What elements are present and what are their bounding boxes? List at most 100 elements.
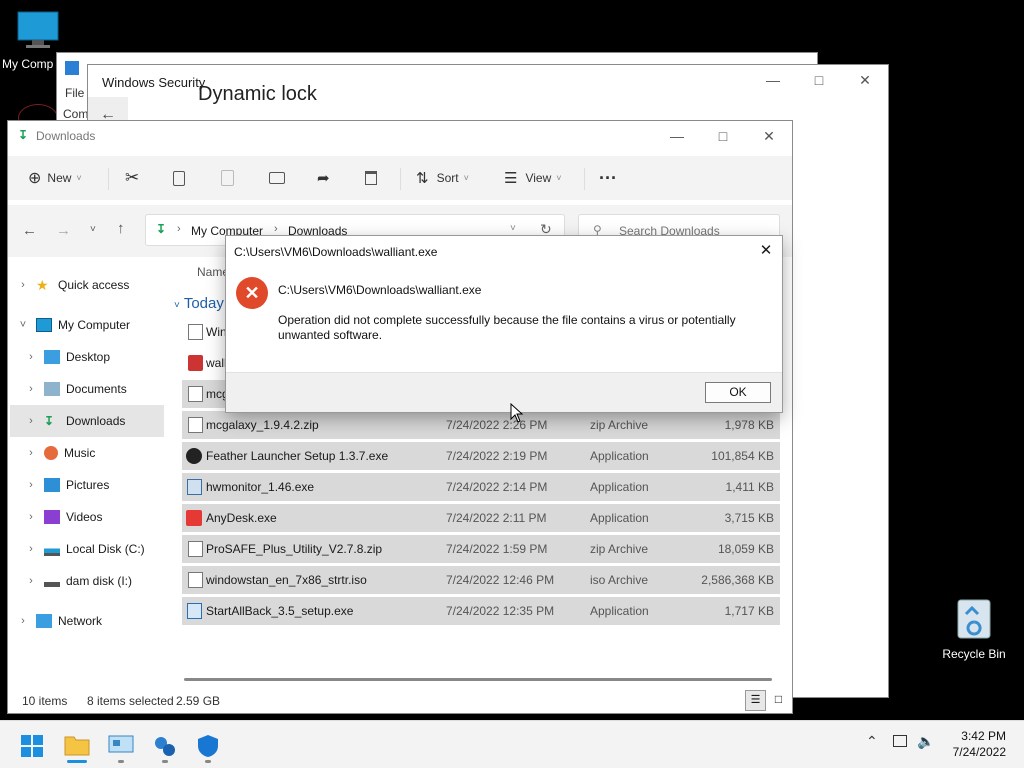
maximize-button[interactable]: □ (700, 121, 746, 151)
page-heading: Dynamic lock (198, 83, 317, 105)
error-icon: ✕ (236, 277, 268, 309)
taskbar-settings-app[interactable] (152, 734, 178, 763)
copy-button[interactable] (173, 156, 185, 200)
file-date: 7/24/2022 1:59 PM (446, 542, 548, 556)
sort-button[interactable]: ⇅ Sort ˅ (416, 156, 469, 200)
file-row[interactable]: ProSAFE_Plus_Utility_V2.7.8.zip 7/24/202… (182, 535, 780, 563)
dialog-title: C:\Users\VM6\Downloads\walliant.exe (234, 245, 438, 259)
plus-circle-icon: ⊕ (28, 170, 42, 187)
title-bar: ↧ Downloads — □ ✕ (8, 121, 792, 151)
expand-chevron-icon: › (29, 575, 33, 587)
tray-chevron-up-icon[interactable]: ⌃ (866, 733, 878, 750)
file-date: 7/24/2022 2:19 PM (446, 449, 548, 463)
new-button[interactable]: ⊕ New ˅ (28, 156, 82, 200)
view-button[interactable]: ☰ View ˅ (504, 156, 562, 200)
status-selected: 8 items selected (87, 694, 174, 708)
zip-file-icon (188, 541, 203, 557)
clock-time[interactable]: 3:42 PM (950, 729, 1006, 743)
file-type: zip Archive (590, 542, 649, 556)
close-button[interactable]: ✕ (746, 121, 792, 151)
more-options-button[interactable]: ··· (599, 156, 617, 200)
nav-item-local-disk[interactable]: › Local Disk (C:) (24, 533, 179, 565)
file-row[interactable]: AnyDesk.exe 7/24/2022 2:11 PM Applicatio… (182, 504, 780, 532)
nav-item-documents[interactable]: › Documents (24, 373, 179, 405)
network-tray-icon[interactable] (893, 735, 907, 747)
sort-label: Sort (436, 171, 459, 185)
nav-item-my-computer[interactable]: ˅ My Computer (16, 309, 171, 341)
status-items: 10 items (22, 694, 68, 708)
delete-button[interactable] (365, 156, 377, 200)
menu-com[interactable]: Com (63, 107, 88, 121)
file-name: AnyDesk.exe (206, 511, 277, 525)
status-size: 2.59 GB (176, 694, 221, 708)
address-dropdown-icon[interactable]: ˅ (510, 223, 516, 234)
taskbar-control-panel[interactable] (108, 734, 134, 763)
start-button[interactable] (20, 734, 46, 758)
nav-item-videos[interactable]: › Videos (24, 501, 179, 533)
file-size: 1,717 KB (724, 604, 774, 618)
minimize-button[interactable]: — (750, 65, 796, 95)
expand-chevron-icon: › (29, 511, 33, 523)
nav-item-desktop[interactable]: › Desktop (24, 341, 179, 373)
cogs-icon (155, 737, 175, 756)
app-icon (188, 355, 203, 371)
share-button[interactable]: ➦ (317, 156, 330, 200)
ok-button[interactable]: OK (705, 382, 771, 403)
up-arrow-icon[interactable]: ↑ (117, 220, 125, 237)
nav-item-label: Network (58, 614, 103, 628)
file-name: mcgalaxy_1.9.4.2.zip (206, 418, 319, 432)
minimize-button[interactable]: — (654, 121, 700, 151)
taskbar-file-explorer[interactable] (64, 734, 90, 763)
file-icon (188, 324, 203, 340)
star-icon: ★ (36, 277, 49, 293)
download-arrow-icon: ↧ (18, 128, 29, 142)
error-dialog[interactable]: C:\Users\VM6\Downloads\walliant.exe ✕ ✕ … (226, 236, 782, 412)
monitor-icon (17, 11, 59, 48)
close-button[interactable]: ✕ (842, 65, 888, 95)
rename-button[interactable] (269, 156, 285, 200)
volume-icon[interactable]: 🔈 (917, 733, 934, 750)
nav-item-dam-disk[interactable]: › dam disk (I:) (24, 565, 179, 597)
maximize-button[interactable]: □ (796, 65, 842, 95)
trash-icon (365, 171, 377, 185)
file-row[interactable]: hwmonitor_1.46.exe 7/24/2022 2:14 PM App… (182, 473, 780, 501)
details-view-button[interactable]: ☰ (745, 690, 766, 711)
nav-item-label: Quick access (58, 278, 130, 292)
dialog-close-button[interactable]: ✕ (754, 240, 778, 262)
taskbar-windows-security[interactable] (196, 734, 222, 763)
file-row[interactable]: mcgalaxy_1.9.4.2.zip 7/24/2022 2:26 PM z… (182, 411, 780, 439)
chevron-down-icon: ˅ (76, 173, 82, 183)
file-row[interactable]: Feather Launcher Setup 1.3.7.exe 7/24/20… (182, 442, 780, 470)
cut-button[interactable]: ✂ (125, 156, 139, 200)
horizontal-scrollbar[interactable] (184, 678, 772, 681)
pictures-icon (44, 478, 60, 492)
view-label: View (525, 171, 552, 185)
file-row[interactable]: windowstan_en_7x86_strtr.iso 7/24/2022 1… (182, 566, 780, 594)
file-type: iso Archive (590, 573, 649, 587)
nav-item-music[interactable]: › Music (24, 437, 179, 469)
back-arrow-icon[interactable]: ← (22, 222, 37, 239)
download-arrow-icon: ↧ (156, 222, 167, 236)
forward-arrow-icon[interactable]: → (56, 222, 71, 239)
menu-file[interactable]: File (65, 86, 84, 100)
nav-item-network[interactable]: › Network (16, 605, 171, 637)
chevron-down-icon: ˅ (463, 173, 469, 183)
nav-item-label: Videos (66, 510, 103, 524)
monitor-icon (36, 318, 52, 332)
file-row[interactable]: StartAllBack_3.5_setup.exe 7/24/2022 12:… (182, 597, 780, 625)
file-size: 2,586,368 KB (701, 573, 774, 587)
clock-date[interactable]: 7/24/2022 (940, 745, 1006, 759)
group-header-today[interactable]: ˅ Today (174, 295, 224, 312)
desktop-icon-recycle-bin[interactable]: Recycle Bin (934, 596, 1014, 661)
active-indicator (67, 760, 87, 763)
scissors-icon: ✂ (125, 168, 140, 187)
nav-item-downloads[interactable]: › ↧ Downloads (10, 405, 164, 437)
expand-chevron-icon: › (29, 479, 33, 491)
paste-button[interactable] (221, 156, 234, 200)
column-header-name[interactable]: Name (197, 265, 229, 279)
recent-chevron-icon[interactable]: ˅ (90, 224, 96, 235)
nav-item-quick-access[interactable]: › ★ Quick access (16, 269, 171, 301)
nav-item-pictures[interactable]: › Pictures (24, 469, 179, 501)
search-icon: ⚲ (593, 223, 602, 237)
tiles-view-button[interactable]: □ (768, 690, 789, 711)
